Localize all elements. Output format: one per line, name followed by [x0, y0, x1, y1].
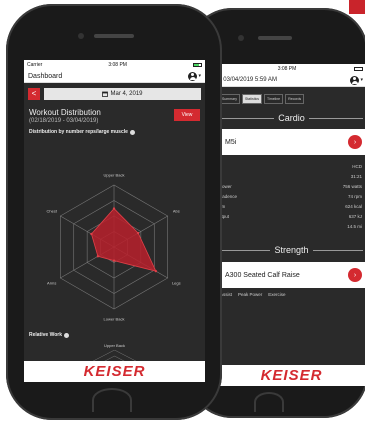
- status-time: 3:08 PM: [277, 66, 297, 72]
- radar-point: [136, 231, 140, 235]
- tab-bar: Summary Statistics Timeline Records: [217, 87, 365, 104]
- corner-flag: [349, 0, 365, 14]
- battery-icon: [354, 67, 363, 71]
- stat-row: um 624 kcal: [219, 203, 362, 209]
- tab-timeline[interactable]: Timeline: [264, 94, 284, 104]
- radar-point: [112, 259, 116, 262]
- stat-row: Power 756 watts: [219, 183, 362, 189]
- strength-card[interactable]: A300 Seated Calf Raise ›: [217, 262, 365, 288]
- tab-statistics[interactable]: Statistics: [241, 94, 262, 104]
- status-bar: Carrier 3:08 PM: [24, 60, 205, 70]
- strength-details-button[interactable]: ›: [348, 268, 362, 282]
- cardio-section-heading: Cardio: [217, 113, 365, 123]
- home-button: [92, 388, 132, 412]
- workout-datetime: | 03/04/2019 5:59 AM: [220, 77, 277, 83]
- strength-exercise-name: A300 Seated Calf Raise: [225, 271, 300, 279]
- cardio-details-button[interactable]: ›: [348, 135, 362, 149]
- radar-point: [112, 207, 116, 210]
- cardio-machine-name: M5i: [225, 138, 237, 146]
- strength-heading: Strength: [274, 245, 309, 255]
- selected-date: Mar 4, 2019: [110, 91, 143, 97]
- carrier-label: Carrier: [27, 62, 43, 68]
- tab-records[interactable]: Records: [285, 94, 305, 104]
- info-icon[interactable]: [129, 129, 135, 135]
- radar-svg: [60, 184, 168, 310]
- workout-header: | 03/04/2019 5:59 AM ▾: [217, 74, 365, 87]
- brand-bar: KEISER: [24, 361, 205, 382]
- distribution-heading: Distribution by number reps/large muscle: [24, 125, 205, 135]
- phone-front: Carrier 3:08 PM Dashboard ▾ < Mar 4, 201…: [6, 4, 222, 420]
- cardio-heading: Cardio: [278, 113, 305, 123]
- radar-axis-label: Arms: [47, 280, 57, 286]
- status-bar: 3:08 PM: [217, 64, 365, 74]
- speaker: [94, 34, 134, 38]
- radar-axis-label: Legs: [171, 280, 181, 286]
- strength-section-heading: Strength: [217, 245, 365, 255]
- tab-summary[interactable]: Summary: [219, 94, 240, 104]
- radar-point: [154, 269, 158, 273]
- previous-date-button[interactable]: <: [28, 88, 40, 100]
- radar-chart: Upper Back Abs Legs Lower Back Arms Chest: [24, 165, 205, 335]
- page-title: Dashboard: [28, 72, 63, 80]
- chevron-down-icon: ▾: [360, 77, 363, 83]
- account-menu[interactable]: ▾: [350, 75, 363, 85]
- workout-distribution-header: Workout Distribution (02/18/2019 - 03/04…: [24, 105, 205, 125]
- cardio-card[interactable]: M5i ›: [217, 129, 365, 155]
- calendar-icon: [102, 91, 109, 97]
- radar-point: [96, 255, 100, 258]
- back-screen: 3:08 PM | 03/04/2019 5:59 AM ▾ Summary S…: [217, 64, 365, 386]
- date-bar: < Mar 4, 2019: [24, 83, 205, 105]
- divider: [220, 249, 271, 251]
- stat-row: utput 637 kJ: [219, 213, 362, 219]
- strength-columns: Assist Peak Power Exercise: [220, 292, 286, 297]
- stat-row: 14.5 mi: [347, 223, 362, 229]
- keiser-logo: KEISER: [83, 363, 146, 380]
- divider: [312, 249, 363, 251]
- radar-axis-label: Abs: [172, 208, 180, 214]
- radar-axis-label: Lower Back: [103, 316, 125, 322]
- radar-point: [90, 232, 93, 236]
- date-range: (02/18/2019 - 03/04/2019): [29, 118, 99, 124]
- info-icon[interactable]: [63, 332, 69, 338]
- battery-icon: [193, 63, 202, 67]
- front-screen: Carrier 3:08 PM Dashboard ▾ < Mar 4, 201…: [24, 60, 205, 382]
- speaker: [258, 36, 292, 40]
- stat-row: HCD: [352, 163, 362, 169]
- camera: [78, 33, 84, 39]
- date-picker[interactable]: Mar 4, 2019: [44, 88, 201, 100]
- stat-row: 31:21: [350, 173, 362, 179]
- view-button[interactable]: View: [174, 109, 200, 121]
- relative-axis-label: Upper Back: [104, 343, 125, 348]
- relative-work-heading: Relative Work: [29, 332, 69, 338]
- home-button: [254, 392, 284, 412]
- brand-bar: KEISER: [217, 365, 365, 386]
- radar-series-area: [91, 207, 157, 272]
- radar-axis-label: Chest: [46, 208, 57, 214]
- stat-row: Cadence 74 rpm: [219, 193, 362, 199]
- account-menu[interactable]: ▾: [188, 71, 201, 81]
- user-icon: [188, 71, 198, 81]
- status-time: 3:08 PM: [108, 62, 127, 68]
- chevron-down-icon: ▾: [198, 73, 201, 79]
- keiser-logo: KEISER: [260, 367, 323, 384]
- divider: [308, 117, 364, 119]
- workout-distribution-title: Workout Distribution: [29, 108, 101, 117]
- camera: [238, 35, 244, 41]
- divider: [220, 117, 275, 119]
- user-icon: [350, 75, 360, 85]
- radar-axis-label: Upper Back: [103, 172, 125, 178]
- app-header: Dashboard ▾: [24, 70, 205, 83]
